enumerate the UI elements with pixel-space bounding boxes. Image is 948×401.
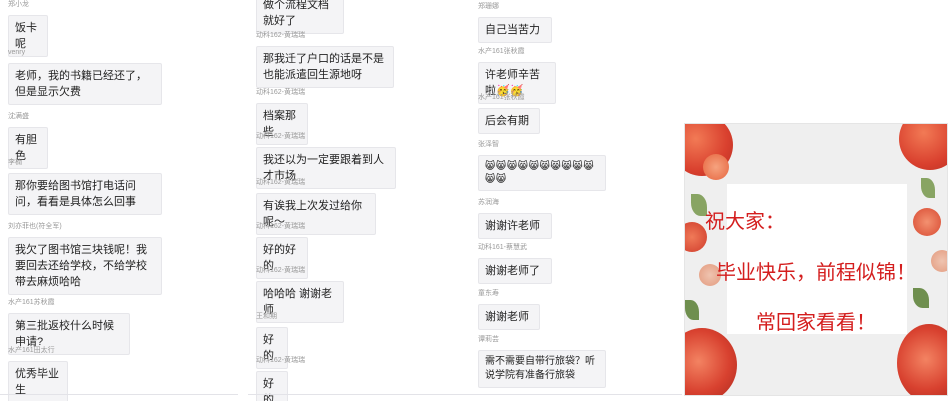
sender-name: 水产161苏秋霞 xyxy=(8,299,55,306)
message-bubble[interactable]: 我欠了图书馆三块钱呢！我要回去还给学校，不给学校带去麻烦哈哈 xyxy=(8,237,162,295)
message-bubble[interactable]: 好的 xyxy=(256,371,288,401)
chat-message: 张泽智 😸😸😸😸😸😸😸😸😸😸😸😸 xyxy=(478,140,606,191)
sender-name: 动科162-黄瑞瑞 xyxy=(256,89,306,96)
chat-message: 苏润海 谢谢许老师 xyxy=(478,198,552,239)
chat-message: venry 老师，我的书籍已经还了，但是显示欠费 xyxy=(8,48,162,105)
message-bubble[interactable]: 那我迁了户口的话是不是也能派遣回生源地呀 xyxy=(256,46,394,88)
sender-name: 郑珊娜 xyxy=(478,3,499,10)
sender-name: 动科162-黄瑞瑞 xyxy=(256,267,306,274)
chat-message: 李楠 那你要给图书馆打电话问问，看看是具体怎么回事 xyxy=(8,158,162,215)
chat-column-2: 做个流程文档就好了 动科162-黄瑞瑞 那我迁了户口的话是不是也能派遣回生源地呀… xyxy=(248,0,470,401)
message-bubble[interactable]: 后会有期 xyxy=(478,108,540,134)
chat-message: 做个流程文档就好了 xyxy=(256,0,344,34)
divider xyxy=(0,394,238,395)
sender-name: 刘亦菲也(符全军) xyxy=(8,223,62,230)
sender-name: 沈满盛 xyxy=(8,113,29,120)
chat-message: 郑珊娜 自己当苦力 xyxy=(478,2,552,43)
poster-greeting: 祝大家： xyxy=(705,209,785,233)
sender-name: 动科162-黄瑞瑞 xyxy=(256,133,306,140)
sender-name: 童东寿 xyxy=(478,290,499,297)
graduation-poster-image: 祝大家： 毕业快乐，前程似锦！ 常回家看看！ xyxy=(684,123,948,396)
emoji-message-bubble[interactable]: 😸😸😸😸😸😸😸😸😸😸😸😸 xyxy=(478,155,606,191)
sender-name: 动科162-黄瑞瑞 xyxy=(256,357,306,364)
leaf-decoration xyxy=(921,178,935,198)
chat-column-1: 郑小龙 饭卡呢 venry 老师，我的书籍已经还了，但是显示欠费 沈满盛 有胆色… xyxy=(0,0,238,401)
message-bubble[interactable]: 自己当苦力 xyxy=(478,17,552,43)
message-bubble[interactable]: 谢谢老师 xyxy=(478,304,540,330)
chat-message: 童东寿 谢谢老师 xyxy=(478,289,540,330)
flower-decoration xyxy=(685,222,707,252)
sender-name: 郑小龙 xyxy=(8,1,29,8)
message-bubble[interactable]: 优秀毕业生 xyxy=(8,361,68,401)
message-bubble[interactable]: 那你要给图书馆打电话问问，看看是具体怎么回事 xyxy=(8,173,162,215)
message-bubble[interactable]: 需不需要自带行旅袋？听说学院有准备行旅袋 xyxy=(478,350,606,388)
chat-message: 水产161张秋霞 后会有期 xyxy=(478,93,540,134)
message-bubble[interactable]: 谢谢老师了 xyxy=(478,258,552,284)
divider xyxy=(248,394,470,395)
flower-decoration xyxy=(703,154,729,180)
sender-name: 动科162-黄瑞瑞 xyxy=(256,223,306,230)
flower-decoration xyxy=(685,328,737,395)
leaf-decoration xyxy=(913,288,929,308)
sender-name: 张泽智 xyxy=(478,141,499,148)
flower-decoration xyxy=(899,124,947,170)
sender-name: venry xyxy=(8,49,26,56)
message-bubble[interactable]: 做个流程文档就好了 xyxy=(256,0,344,34)
sender-name: 李楠 xyxy=(8,159,22,166)
sender-name: 水产161田太行 xyxy=(8,347,55,354)
sender-name: 动科162-黄瑞瑞 xyxy=(256,179,306,186)
chat-message: 谭莉芸 需不需要自带行旅袋？听说学院有准备行旅袋 xyxy=(478,335,606,388)
sender-name: 苏润海 xyxy=(478,199,499,206)
sender-name: 动科161-蔡慧武 xyxy=(478,244,528,251)
divider xyxy=(470,394,682,395)
chat-message: 水产161田太行 优秀毕业生 xyxy=(8,346,68,401)
chat-message: 动科162-黄瑞瑞 那我迁了户口的话是不是也能派遣回生源地呀 xyxy=(256,31,394,88)
chat-message: 动科161-蔡慧武 谢谢老师了 xyxy=(478,243,552,284)
chat-message: 刘亦菲也(符全军) 我欠了图书馆三块钱呢！我要回去还给学校，不给学校带去麻烦哈哈 xyxy=(8,222,162,295)
sender-name: 水产161张秋霞 xyxy=(478,94,525,101)
sender-name: 谭莉芸 xyxy=(478,336,499,343)
flower-decoration xyxy=(913,208,941,236)
message-bubble[interactable]: 老师，我的书籍已经还了，但是显示欠费 xyxy=(8,63,162,105)
sender-name: 动科162-黄瑞瑞 xyxy=(256,32,306,39)
sender-name: 王和期 xyxy=(256,313,277,320)
chat-column-3: 郑珊娜 自己当苦力 水产161张秋霞 许老师辛苦啦🥳🥳 水产161张秋霞 后会有… xyxy=(470,0,682,401)
poster-closing: 常回家看看！ xyxy=(756,310,876,334)
message-bubble[interactable]: 谢谢许老师 xyxy=(478,213,552,239)
sender-name: 水产161张秋霞 xyxy=(478,48,525,55)
poster-wish: 毕业快乐，前程似锦！ xyxy=(716,260,916,284)
